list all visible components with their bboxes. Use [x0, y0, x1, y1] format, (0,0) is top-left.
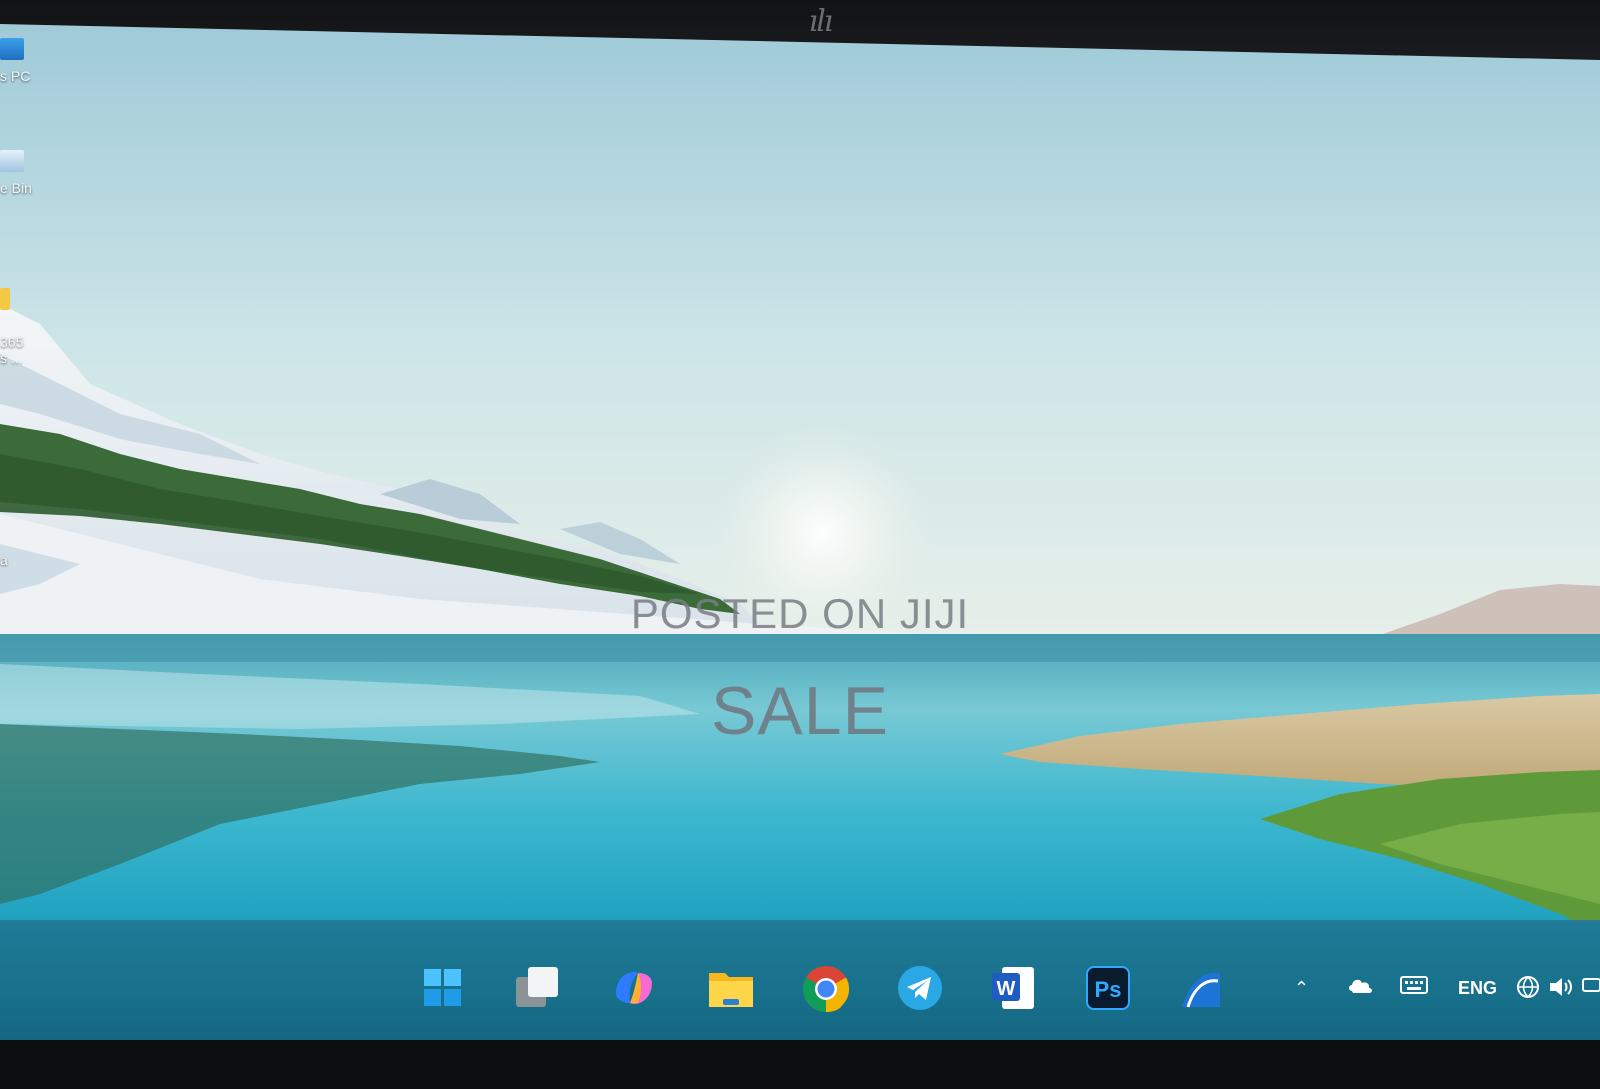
task-view-icon [516, 967, 558, 1007]
onedrive-icon [1349, 979, 1372, 993]
word-glyph: W [997, 978, 1016, 1000]
photoshop-glyph: Ps [1095, 977, 1122, 1002]
network-icon [1517, 976, 1539, 998]
copilot-icon [616, 971, 652, 1005]
desktop-icon-recycle-bin[interactable]: e Bin [0, 150, 60, 196]
word-icon: W [992, 967, 1034, 1009]
network-button[interactable] [1516, 975, 1540, 1006]
watermark-sale: SALE [711, 673, 889, 749]
keyboard-button[interactable] [1400, 975, 1428, 1002]
watermark-posted-on: POSTED ON JIJI [630, 590, 970, 637]
file-explorer-icon [709, 973, 753, 1007]
desktop-wallpaper [0, 24, 1600, 934]
keyboard-icon [1400, 976, 1428, 994]
desktop-icon-this-pc[interactable]: s PC [0, 38, 60, 84]
telegram-icon [898, 966, 942, 1010]
desktop-icon-label: s PC [0, 68, 31, 84]
task-view-button[interactable] [512, 963, 562, 1013]
volume-button[interactable] [1548, 975, 1574, 1006]
desktop-icon-365[interactable]: 365 s ... [0, 272, 60, 366]
chevron-up-icon: ⌃ [1294, 978, 1310, 998]
this-pc-icon [0, 38, 24, 60]
word-button[interactable]: W [988, 963, 1038, 1013]
battery-button[interactable] [1582, 975, 1600, 1002]
start-button[interactable] [418, 963, 468, 1013]
onedrive-button[interactable] [1348, 975, 1374, 1004]
photoshop-icon: Ps [1086, 966, 1130, 1010]
file-explorer-button[interactable] [705, 963, 755, 1013]
archicad-icon [1182, 972, 1220, 1008]
laptop-bezel-bottom [0, 1040, 1600, 1089]
copilot-button[interactable] [608, 963, 658, 1013]
desktop-screen: s PC e Bin 365 s ... a POSTED ON JIJI SA… [0, 24, 1600, 1044]
folder-icon [0, 288, 10, 310]
desktop-icon-label: a [0, 552, 8, 568]
hp-logo: ılı [808, 4, 834, 39]
desktop-icon-label: e Bin [0, 180, 32, 196]
chrome-icon [802, 966, 850, 1013]
battery-icon [1582, 978, 1600, 992]
photoshop-button[interactable]: Ps [1083, 963, 1133, 1013]
volume-icon [1550, 978, 1572, 996]
desktop-icon-app[interactable]: a [0, 552, 60, 568]
show-hidden-icons-button[interactable]: ⌃ [1294, 975, 1309, 1001]
recycle-bin-icon [0, 150, 24, 172]
windows-start-icon [424, 969, 461, 1006]
archicad-button[interactable] [1176, 963, 1226, 1013]
taskbar: W Ps ⌃ ENG [0, 920, 1600, 1044]
telegram-button[interactable] [895, 963, 945, 1013]
desktop-icon-label: 365 s ... [0, 334, 24, 366]
language-indicator[interactable]: ENG [1458, 975, 1497, 1001]
chrome-button[interactable] [800, 963, 850, 1013]
